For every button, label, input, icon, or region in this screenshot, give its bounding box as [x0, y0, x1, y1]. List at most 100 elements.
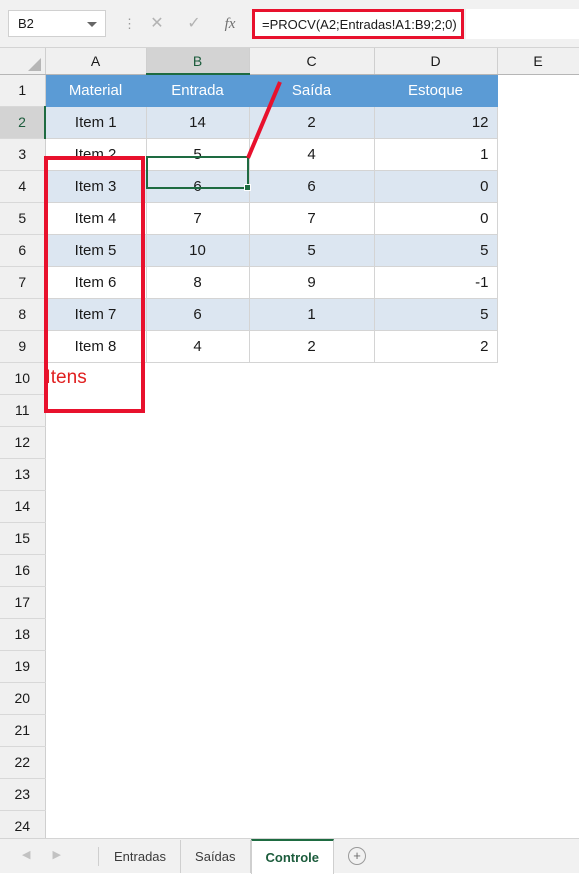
- empty-cell[interactable]: [497, 330, 579, 362]
- row-header-20[interactable]: 20: [0, 682, 46, 715]
- empty-cell[interactable]: [374, 554, 497, 586]
- empty-cell[interactable]: [45, 618, 146, 650]
- empty-cell[interactable]: [374, 458, 497, 490]
- empty-cell[interactable]: [374, 394, 497, 426]
- select-all-corner[interactable]: [0, 48, 46, 75]
- cancel-icon[interactable]: ✕: [146, 13, 168, 35]
- row-header-16[interactable]: 16: [0, 554, 46, 587]
- empty-cell[interactable]: [45, 426, 146, 458]
- data-cell[interactable]: 0: [374, 202, 498, 235]
- row-header-19[interactable]: 19: [0, 650, 46, 683]
- row-header-14[interactable]: 14: [0, 490, 46, 523]
- row-header-9[interactable]: 9: [0, 330, 46, 363]
- data-cell[interactable]: Item 5: [45, 234, 147, 267]
- chevron-down-icon[interactable]: [87, 21, 97, 27]
- data-cell[interactable]: 2: [249, 106, 375, 139]
- empty-cell[interactable]: [497, 362, 579, 394]
- empty-cell[interactable]: [249, 426, 374, 458]
- sheet-tab-controle[interactable]: Controle: [250, 839, 334, 874]
- empty-cell[interactable]: [497, 714, 579, 746]
- empty-cell[interactable]: [249, 490, 374, 522]
- empty-cell[interactable]: [497, 106, 579, 138]
- empty-cell[interactable]: [146, 394, 249, 426]
- empty-cell[interactable]: [146, 362, 249, 394]
- empty-cell[interactable]: [249, 554, 374, 586]
- empty-cell[interactable]: [497, 394, 579, 426]
- empty-cell[interactable]: [497, 170, 579, 202]
- data-cell[interactable]: 12: [374, 106, 498, 139]
- empty-cell[interactable]: [374, 650, 497, 682]
- column-header-a[interactable]: A: [45, 48, 147, 75]
- data-cell[interactable]: 7: [146, 202, 250, 235]
- empty-cell[interactable]: [497, 202, 579, 234]
- empty-cell[interactable]: [146, 650, 249, 682]
- empty-cell[interactable]: [497, 490, 579, 522]
- empty-cell[interactable]: [374, 714, 497, 746]
- data-cell[interactable]: 7: [249, 202, 375, 235]
- empty-cell[interactable]: [146, 554, 249, 586]
- empty-cell[interactable]: [45, 714, 146, 746]
- data-cell[interactable]: -1: [374, 266, 498, 299]
- empty-cell[interactable]: [249, 458, 374, 490]
- empty-cell[interactable]: [249, 810, 374, 838]
- empty-cell[interactable]: [497, 426, 579, 458]
- chevron-right-icon[interactable]: ▶: [52, 848, 60, 861]
- data-cell[interactable]: Item 4: [45, 202, 147, 235]
- row-header-10[interactable]: 10: [0, 362, 46, 395]
- fill-handle[interactable]: [244, 184, 251, 191]
- empty-cell[interactable]: [497, 298, 579, 330]
- sheet-tab-saídas[interactable]: Saídas: [181, 840, 251, 873]
- data-cell[interactable]: 5: [374, 234, 498, 267]
- empty-cell[interactable]: [249, 522, 374, 554]
- row-header-4[interactable]: 4: [0, 170, 46, 203]
- data-cell[interactable]: 4: [146, 330, 250, 363]
- empty-cell[interactable]: [374, 490, 497, 522]
- data-cell[interactable]: 5: [146, 138, 250, 171]
- data-cell[interactable]: 5: [249, 234, 375, 267]
- empty-cell[interactable]: [497, 586, 579, 618]
- name-box[interactable]: B2: [8, 10, 106, 37]
- empty-cell[interactable]: [249, 746, 374, 778]
- row-header-2[interactable]: 2: [0, 106, 46, 139]
- empty-cell[interactable]: [374, 746, 497, 778]
- data-cell[interactable]: Item 2: [45, 138, 147, 171]
- row-header-17[interactable]: 17: [0, 586, 46, 619]
- empty-cell[interactable]: [146, 426, 249, 458]
- empty-cell[interactable]: [249, 778, 374, 810]
- empty-cell[interactable]: [45, 682, 146, 714]
- data-cell[interactable]: 5: [374, 298, 498, 331]
- empty-cell[interactable]: [146, 746, 249, 778]
- empty-cell[interactable]: [497, 234, 579, 266]
- empty-cell[interactable]: [146, 522, 249, 554]
- data-cell[interactable]: 2: [249, 330, 375, 363]
- data-cell[interactable]: 6: [146, 170, 250, 203]
- data-cell[interactable]: 2: [374, 330, 498, 363]
- empty-cell[interactable]: [497, 74, 579, 106]
- table-header-cell[interactable]: Material: [45, 74, 147, 107]
- empty-cell[interactable]: [374, 810, 497, 838]
- data-cell[interactable]: 1: [374, 138, 498, 171]
- empty-cell[interactable]: [497, 778, 579, 810]
- empty-cell[interactable]: [249, 586, 374, 618]
- empty-cell[interactable]: [45, 490, 146, 522]
- data-cell[interactable]: 6: [146, 298, 250, 331]
- row-header-1[interactable]: 1: [0, 74, 46, 107]
- chevron-left-icon[interactable]: ◀: [22, 848, 30, 861]
- data-cell[interactable]: Item 1: [45, 106, 147, 139]
- confirm-icon[interactable]: ✓: [183, 13, 205, 35]
- row-header-8[interactable]: 8: [0, 298, 46, 331]
- row-header-5[interactable]: 5: [0, 202, 46, 235]
- row-header-6[interactable]: 6: [0, 234, 46, 267]
- empty-cell[interactable]: [497, 810, 579, 838]
- empty-cell[interactable]: [45, 458, 146, 490]
- empty-cell[interactable]: [146, 490, 249, 522]
- spreadsheet-grid[interactable]: A B C D E 1 Material Entrada Saída Estoque 2 Item 1…: [0, 48, 579, 838]
- data-cell[interactable]: Item 7: [45, 298, 147, 331]
- empty-cell[interactable]: [497, 746, 579, 778]
- data-cell[interactable]: 9: [249, 266, 375, 299]
- empty-cell[interactable]: [146, 778, 249, 810]
- row-header-3[interactable]: 3: [0, 138, 46, 171]
- empty-cell[interactable]: [374, 778, 497, 810]
- empty-cell[interactable]: [45, 778, 146, 810]
- empty-cell[interactable]: [45, 394, 146, 426]
